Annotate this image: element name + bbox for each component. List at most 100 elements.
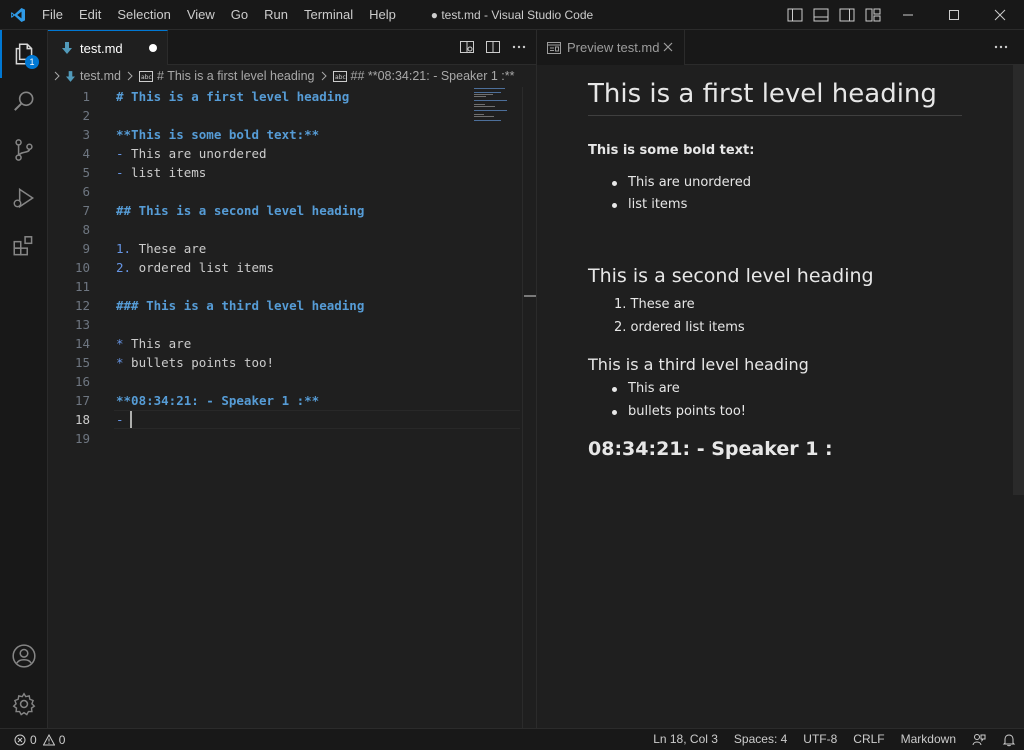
- line-number: 7: [82, 203, 90, 218]
- extensions-button[interactable]: [0, 222, 48, 270]
- line-number: 16: [74, 374, 90, 389]
- source-control-button[interactable]: [0, 126, 48, 174]
- line-number: 3: [82, 127, 90, 142]
- menu-selection[interactable]: Selection: [109, 0, 178, 30]
- unsaved-dot-icon[interactable]: [149, 44, 157, 52]
- code-line: 11: [48, 277, 522, 296]
- line-text: # This is a first level heading: [116, 89, 350, 104]
- encoding[interactable]: UTF-8: [795, 729, 845, 750]
- split-editor-button[interactable]: [484, 38, 502, 56]
- list-marker: 1.: [116, 241, 132, 256]
- search-button[interactable]: [0, 78, 48, 126]
- minimap[interactable]: [474, 87, 514, 127]
- more-actions-button[interactable]: [510, 38, 528, 56]
- preview-scrollbar[interactable]: [1013, 65, 1024, 495]
- minimap-line: [474, 100, 507, 101]
- line-number: 8: [82, 222, 90, 237]
- line-number: 12: [74, 298, 90, 313]
- menu-help[interactable]: Help: [361, 0, 404, 30]
- open-preview-icon: [460, 41, 474, 53]
- editor-group: test.md test.md abc # This is a first le…: [48, 30, 536, 728]
- language-mode[interactable]: Markdown: [893, 729, 964, 750]
- toggle-primary-sidebar-icon[interactable]: [785, 6, 805, 24]
- code-line: 17 **08:34:21: - Speaker 1 :**: [48, 391, 522, 410]
- preview-bullet-item: bullets points too!: [628, 404, 746, 419]
- menu-edit[interactable]: Edit: [71, 0, 109, 30]
- code-line: 7 ## This is a second level heading: [48, 201, 522, 220]
- symbol-string-icon: abc: [139, 70, 153, 82]
- open-preview-to-side-button[interactable]: [458, 38, 476, 56]
- close-icon[interactable]: [662, 41, 674, 53]
- cursor-position[interactable]: Ln 18, Col 3: [645, 729, 726, 750]
- code-line: 5 - list items: [48, 163, 522, 182]
- minimize-button[interactable]: [885, 0, 931, 30]
- menu-terminal[interactable]: Terminal: [296, 0, 361, 30]
- code-line: 13: [48, 315, 522, 334]
- minimap-line: [474, 104, 485, 105]
- toggle-secondary-sidebar-icon[interactable]: [837, 6, 857, 24]
- tab-preview-test-md[interactable]: Preview test.md: [537, 30, 685, 65]
- notifications-button[interactable]: [994, 729, 1024, 750]
- list-marker: -: [116, 412, 124, 427]
- menu-run[interactable]: Run: [256, 0, 296, 30]
- tab-test-md[interactable]: test.md: [48, 30, 168, 65]
- extensions-icon: [13, 236, 33, 256]
- line-number: 17: [74, 393, 90, 408]
- line-number: 2: [82, 108, 90, 123]
- end-of-line[interactable]: CRLF: [845, 729, 892, 750]
- code-line: 16: [48, 372, 522, 391]
- list-item-text: This are: [123, 336, 192, 351]
- list-item-text: This are unordered: [123, 146, 267, 161]
- editor-tabs: test.md: [48, 30, 536, 65]
- code-editor[interactable]: 1 # This is a first level heading 2 3 **…: [48, 87, 522, 728]
- preview-ordered-item: 2. ordered list items: [614, 320, 745, 335]
- feedback-icon: [972, 733, 986, 745]
- minimap-line: [474, 120, 501, 121]
- breadcrumb-subheading[interactable]: abc ## **08:34:21: - Speaker 1 :**: [332, 69, 515, 83]
- code-line: 9 1. These are: [48, 239, 522, 258]
- toggle-panel-icon[interactable]: [811, 6, 831, 24]
- markdown-preview: This is a first level heading This is so…: [537, 65, 1012, 728]
- tab-label: test.md: [80, 40, 123, 56]
- preview-speaker-text: 08:34:21: - Speaker 1 :: [588, 438, 833, 460]
- list-marker: -: [116, 146, 124, 161]
- accounts-button[interactable]: [0, 632, 48, 680]
- indentation[interactable]: Spaces: 4: [726, 729, 795, 750]
- chevron-right-icon: [125, 71, 135, 81]
- problems-indicator[interactable]: 0 0: [14, 729, 65, 750]
- menu-go[interactable]: Go: [223, 0, 256, 30]
- close-window-button[interactable]: [977, 0, 1023, 30]
- breadcrumb-heading[interactable]: abc # This is a first level heading: [139, 69, 315, 83]
- code-line: 6: [48, 182, 522, 201]
- breadcrumb-file[interactable]: test.md: [66, 69, 121, 83]
- line-number: 15: [74, 355, 90, 370]
- minimap-line: [474, 92, 501, 93]
- status-right: Ln 18, Col 3 Spaces: 4 UTF-8 CRLF Markdo…: [645, 729, 1024, 750]
- preview-heading-3: This is a third level heading: [588, 355, 809, 374]
- warning-count: 0: [58, 732, 66, 747]
- text-cursor: [130, 411, 132, 428]
- menu-file[interactable]: File: [34, 0, 71, 30]
- preview-bullet-item: This are: [628, 381, 680, 396]
- split-editor-icon: [486, 41, 500, 53]
- explorer-button[interactable]: 1: [0, 30, 48, 78]
- line-number: 10: [74, 260, 90, 275]
- maximize-button[interactable]: [931, 0, 977, 30]
- editor-scrollbar[interactable]: [522, 87, 536, 728]
- minimap-line: [474, 110, 507, 111]
- customize-layout-icon[interactable]: [863, 6, 883, 24]
- list-marker: *: [116, 336, 124, 351]
- code-line: 10 2. ordered list items: [48, 258, 522, 277]
- bell-icon: [1002, 733, 1016, 746]
- manage-button[interactable]: [0, 680, 48, 728]
- account-icon: [12, 644, 36, 668]
- layout-controls: [785, 6, 883, 24]
- code-line: 15 * bullets points too!: [48, 353, 522, 372]
- preview-more-actions-button[interactable]: [992, 38, 1010, 56]
- maximize-icon: [949, 10, 959, 20]
- menu-view[interactable]: View: [179, 0, 223, 30]
- feedback-button[interactable]: [964, 729, 994, 750]
- run-debug-button[interactable]: [0, 174, 48, 222]
- minimap-line: [474, 114, 484, 115]
- breadcrumb-heading-label: # This is a first level heading: [157, 69, 315, 83]
